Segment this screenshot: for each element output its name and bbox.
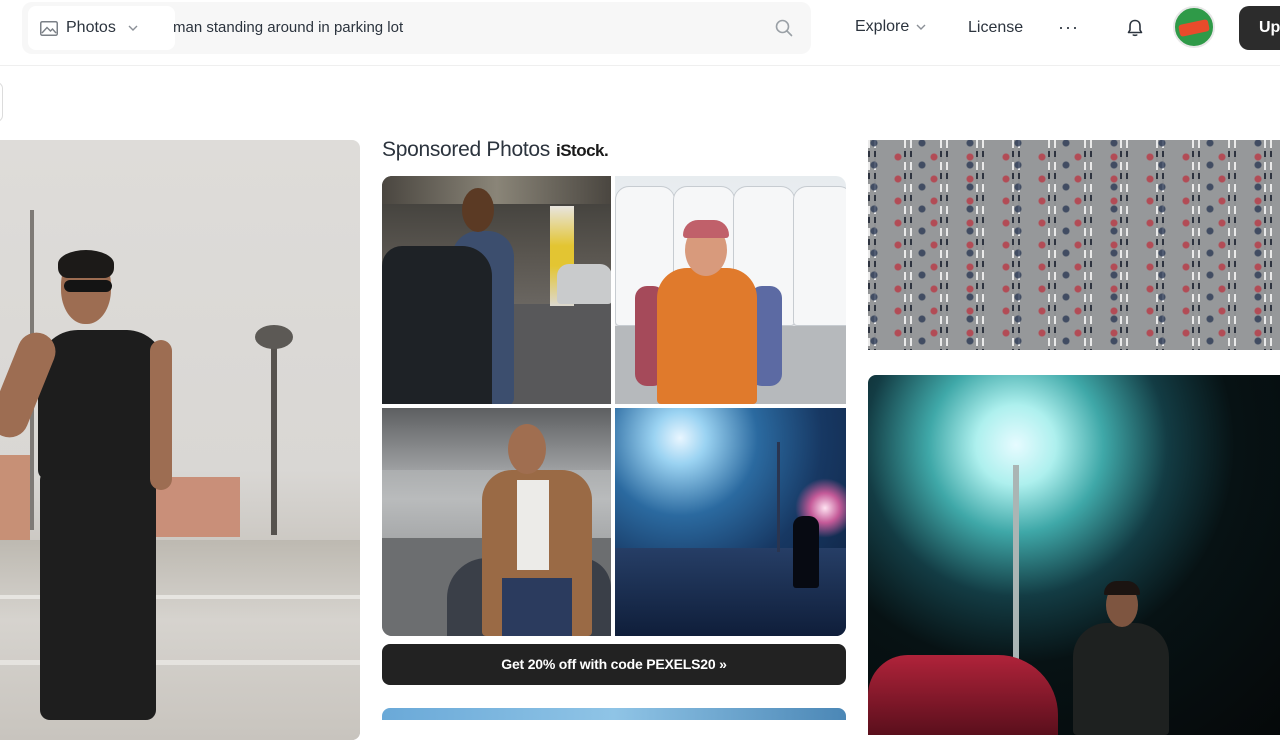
sponsored-heading: Sponsored Photos iStock. <box>382 138 609 162</box>
nav-license[interactable]: License <box>968 19 1023 37</box>
top-header: Photos man standing around in parking lo… <box>0 0 1280 66</box>
filter-toggle[interactable] <box>0 82 3 122</box>
more-icon[interactable]: ··· <box>1058 18 1078 39</box>
upload-button[interactable]: Up <box>1239 6 1280 50</box>
sponsored-photo-man-phone[interactable] <box>382 408 611 636</box>
search-input[interactable]: man standing around in parking lot <box>173 19 403 36</box>
photo-man-night-streetlight[interactable] <box>868 375 1280 735</box>
sponsored-photo-trucker[interactable] <box>615 176 846 404</box>
search-icon[interactable] <box>775 19 793 37</box>
sponsored-title: Sponsored Photos <box>382 138 550 161</box>
istock-logo[interactable]: iStock. <box>556 141 609 161</box>
chevron-down-icon <box>128 25 138 31</box>
bell-icon[interactable] <box>1125 18 1145 38</box>
photo-aerial-parking-lot[interactable] <box>868 140 1280 350</box>
avatar[interactable] <box>1173 6 1215 48</box>
search-bar[interactable]: Photos man standing around in parking lo… <box>22 2 811 54</box>
chevron-down-icon <box>916 24 926 30</box>
image-icon <box>40 20 58 36</box>
nav-explore[interactable]: Explore <box>855 18 926 36</box>
sponsored-photo-garage-man[interactable] <box>382 176 611 404</box>
promo-code-button[interactable]: Get 20% off with code PEXELS20 » <box>382 644 846 685</box>
media-type-select[interactable]: Photos <box>28 6 175 50</box>
avatar-badge <box>1178 19 1210 37</box>
photo-man-black-outfit[interactable] <box>0 140 360 740</box>
sponsored-photo-night-figure[interactable] <box>615 408 846 636</box>
nav-explore-label: Explore <box>855 18 910 35</box>
media-type-label: Photos <box>66 19 116 36</box>
photo-next-row[interactable] <box>382 708 846 720</box>
